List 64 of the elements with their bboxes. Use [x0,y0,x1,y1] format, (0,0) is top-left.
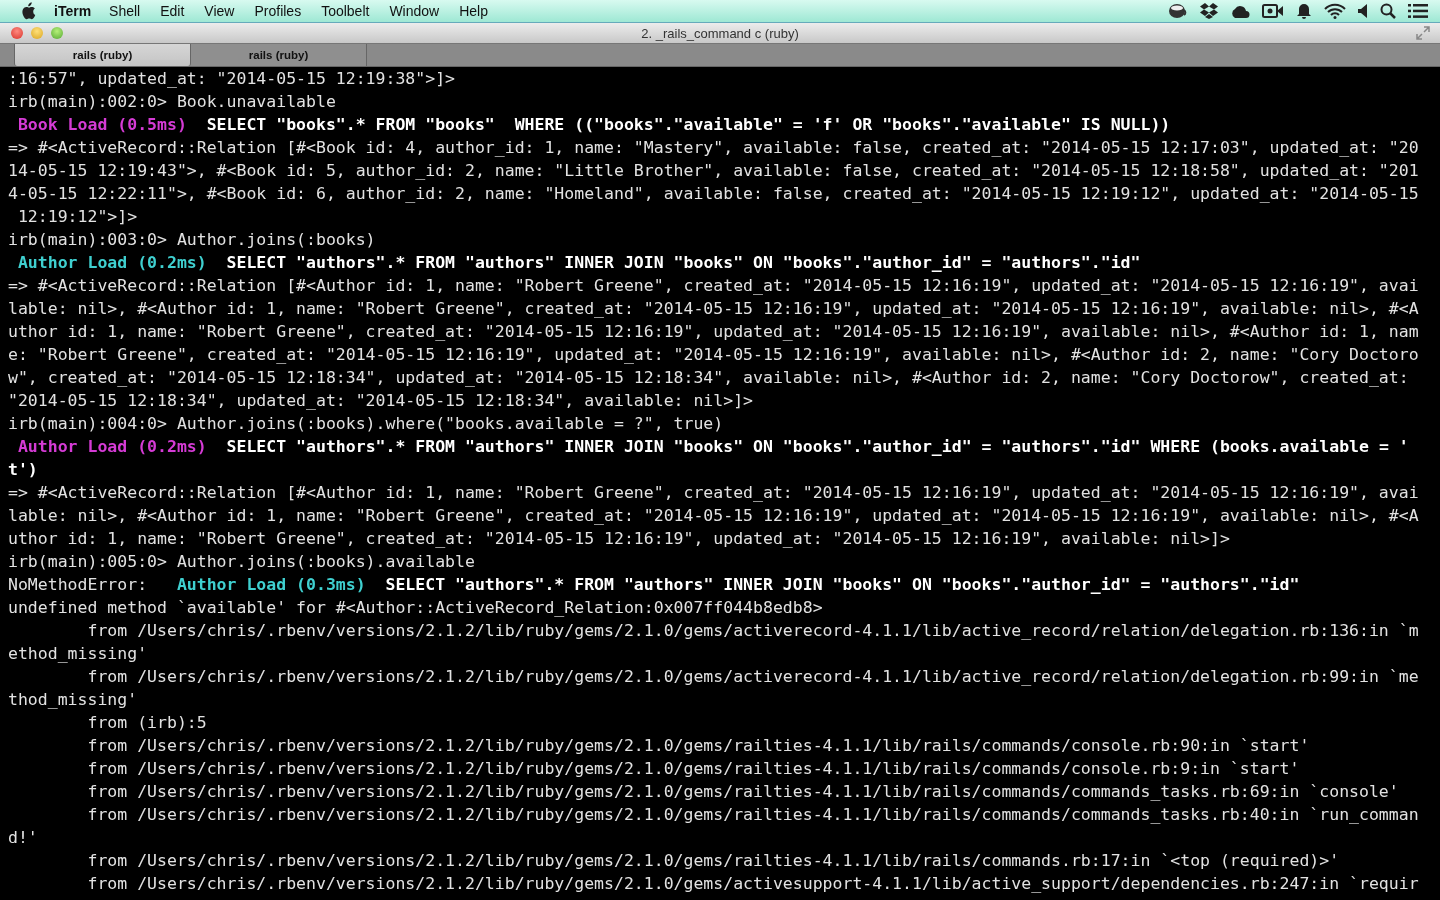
dropbox-icon[interactable] [1200,3,1218,19]
bell-icon[interactable] [1296,2,1312,20]
terminal-text: d!' [8,827,38,849]
terminal-text: lable: nil>, #<Author id: 1, name: "Robert Greene", created_at: "2014-05-15 12:16:19", updated_at: "2014-05-15 12:16:19", available: nil>, #<A [8,505,1419,527]
terminal-text: w", created_at: "2014-05-15 12:18:34", updated_at: "2014-05-15 12:18:34", available: nil>, #<Author id: 2, name: "Cory Doctorow", created_at: [8,367,1409,389]
terminal-text: from /Users/chris/.rbenv/versions/2.1.2/lib/ruby/gems/2.1.0/gems/railties-4.1.1/lib/rails/commands/commands_tasks.rb:69:in `console' [86,781,1399,803]
terminal-text: from (irb):5 [86,712,207,734]
terminal-text: :16:57", updated_at: "2014-05-15 12:19:38">]> [8,68,456,90]
terminal-text: irb(main):004:0> Author.joins(:books).where("books.available = ?", true) [8,413,724,435]
close-button[interactable] [11,27,23,39]
sql-query-text: SELECT "authors".* FROM "authors" INNER JOIN "books" ON "books"."author_id" = "authors"."id" WHERE (books.available = ' [225,436,1409,458]
fullscreen-icon[interactable] [1416,26,1430,40]
app-menu[interactable]: iTerm [54,3,92,19]
sql-query-text: SELECT "authors".* FROM "authors" INNER JOIN "books" ON "books"."author_id" = "authors"."id" [225,252,1141,274]
query-log-label: Author Load (0.2ms) [16,252,207,274]
menu-item[interactable]: Profiles [254,3,302,19]
tab[interactable]: rails (ruby) [191,44,367,66]
terminal-text: lable: nil>, #<Author id: 1, name: "Robert Greene", created_at: "2014-05-15 12:16:19", updated_at: "2014-05-15 12:16:19", available: nil>, #<A [8,298,1419,320]
terminal-text: from /Users/chris/.rbenv/versions/2.1.2/lib/ruby/gems/2.1.0/gems/railties-4.1.1/lib/rails/commands/console.rb:9:in `start' [86,758,1300,780]
terminal-text: 14-05-15 12:19:43">, #<Book id: 5, author_id: 2, name: "Little Brother", available: false, created_at: "2014-05-15 12:18:58", updated_at: "201 [8,160,1419,182]
sql-query-text: t') [8,459,38,481]
terminal-text: e: "Robert Greene", created_at: "2014-05-15 12:16:19", updated_at: "2014-05-15 12:16:19", available: nil>, #<Author id: 2, name: "Cory Doctoro [8,344,1419,366]
cloud-icon[interactable] [1230,4,1250,18]
query-log-label: Book Load (0.5ms) [16,114,187,136]
menu-item[interactable]: Toolbelt [321,3,370,19]
terminal-text: uthor id: 1, name: "Robert Greene", created_at: "2014-05-15 12:16:19", updated_at: "2014-05-15 12:16:19", available: nil>]> [8,528,1230,550]
query-log-label: Author Load (0.2ms) [16,436,207,458]
terminal-text: ethod_missing' [8,643,148,665]
terminal-text: from /Users/chris/.rbenv/versions/2.1.2/lib/ruby/gems/2.1.0/gems/activerecord-4.1.1/lib/active_record/relation/delegation.rb:136:in `m [86,620,1419,642]
speaker-icon[interactable] [1358,4,1368,18]
video-camera-icon[interactable] [1262,3,1284,19]
terminal-text: from /Users/chris/.rbenv/versions/2.1.2/lib/ruby/gems/2.1.0/gems/railties-4.1.1/lib/rails/commands/commands_tasks.rb:40:in `run_comman [86,804,1419,826]
terminal-text: irb(main):005:0> Author.joins(:books).available [8,551,475,573]
terminal-text: => #<ActiveRecord::Relation [#<Author id: 1, name: "Robert Greene", created_at: "2014-05-15 12:16:19", updated_at: "2014-05-15 12:16:19", avai [8,482,1419,504]
terminal-text: from /Users/chris/.rbenv/versions/2.1.2/lib/ruby/gems/2.1.0/gems/activerecord-4.1.1/lib/active_record/relation/delegation.rb:99:in `me [86,666,1419,688]
terminal-text: irb(main):002:0> Book.unavailable [8,91,336,113]
terminal-text: thod_missing' [8,689,138,711]
terminal-text: undefined method `available' for #<Author::ActiveRecord_Relation:0x007ff044b8edb8> [8,597,823,619]
terminal-text: => #<ActiveRecord::Relation [#<Author id: 1, name: "Robert Greene", created_at: "2014-05-15 12:16:19", updated_at: "2014-05-15 12:16:19", avai [8,275,1419,297]
terminal-text: NoMethodError: [8,574,148,596]
menu-item[interactable]: Shell [109,3,141,19]
terminal-text: 4-05-15 12:22:11">, #<Book id: 6, author_id: 2, name: "Homeland", available: false, created_at: "2014-05-15 12:19:12", updated_at: "2014-05-15 [8,183,1419,205]
query-log-label: Author Load (0.3ms) [175,574,366,596]
menu-item[interactable]: Edit [160,3,185,19]
tab[interactable]: rails (ruby) [14,44,191,66]
terminal-text: irb(main):003:0> Author.joins(:books) [8,229,376,251]
search-icon[interactable] [1380,3,1396,19]
menu-item[interactable]: Help [459,3,488,19]
terminal-text: "2014-05-15 12:18:34", updated_at: "2014-05-15 12:18:34", available: nil>]> [8,390,754,412]
window-title: 2. _rails_command c (ruby) [641,25,799,41]
terminal-text: from /Users/chris/.rbenv/versions/2.1.2/lib/ruby/gems/2.1.0/gems/railties-4.1.1/lib/rails/commands.rb:17:in `<top (required)>' [86,850,1340,872]
wifi-icon[interactable] [1324,3,1346,19]
terminal-text: from /Users/chris/.rbenv/versions/2.1.2/lib/ruby/gems/2.1.0/gems/railties-4.1.1/lib/rails/commands/console.rb:90:in `start' [86,735,1310,757]
menu-item[interactable]: Window [389,3,440,19]
coffee-cup-icon[interactable] [1168,3,1188,19]
sql-query-text: SELECT "books".* FROM "books" WHERE (("books"."available" = 'f' OR "books"."available" IS NULL)) [205,114,1171,136]
list-icon[interactable] [1408,3,1428,19]
sql-query-text: SELECT "authors".* FROM "authors" INNER JOIN "books" ON "books"."author_id" = "authors"."id" [384,574,1300,596]
terminal-text: uthor id: 1, name: "Robert Greene", created_at: "2014-05-15 12:16:19", updated_at: "2014-05-15 12:16:19", available: nil>, #<Author id: 1, nam [8,321,1419,343]
terminal-text: => #<ActiveRecord::Relation [#<Book id: 4, author_id: 1, name: "Mastery", available: false, created_at: "2014-05-15 12:17:03", updated_at: "20 [8,137,1419,159]
terminal-text: 12:19:12">]> [16,206,138,228]
apple-logo-icon[interactable] [20,2,36,20]
terminal-text: from /Users/chris/.rbenv/versions/2.1.2/lib/ruby/gems/2.1.0/gems/activesupport-4.1.1/lib/active_support/dependencies.rb:247:in `requir [86,873,1419,895]
menu-item[interactable]: View [204,3,235,19]
